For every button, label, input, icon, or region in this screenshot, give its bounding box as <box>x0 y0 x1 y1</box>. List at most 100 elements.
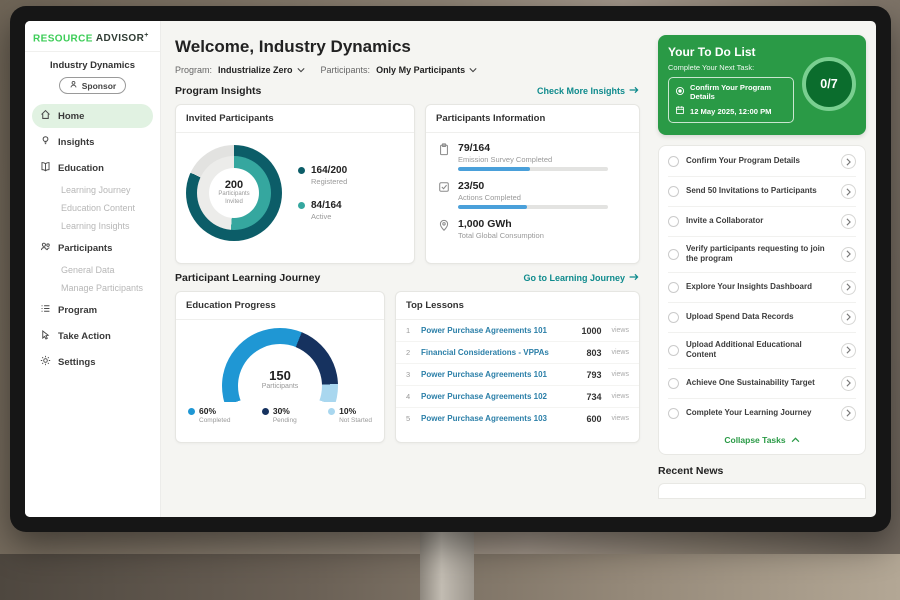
sidebar-item-take-action[interactable]: Take Action <box>32 324 153 348</box>
task-checkbox[interactable] <box>668 378 679 389</box>
book-icon <box>40 161 51 175</box>
sidebar-item-education-content[interactable]: Education Content <box>32 199 153 217</box>
task-chevron-button[interactable] <box>841 343 856 358</box>
program-filter-dropdown[interactable]: Industrialize Zero <box>218 65 305 75</box>
lesson-row[interactable]: 1 Power Purchase Agreements 101 1000 vie… <box>396 320 639 342</box>
lesson-row[interactable]: 4 Power Purchase Agreements 102 734 view… <box>396 386 639 408</box>
gauge-legend: 60% Completed 30% Pending <box>176 406 384 424</box>
lesson-row[interactable]: 5 Power Purchase Agreements 103 600 view… <box>396 408 639 429</box>
lesson-link[interactable]: Power Purchase Agreements 101 <box>421 326 574 335</box>
todo-task[interactable]: Invite a Collaborator <box>668 207 856 237</box>
calendar-icon <box>675 105 685 117</box>
check-more-insights-link[interactable]: Check More Insights <box>537 86 640 96</box>
education-progress-card: Education Progress 150 Participants <box>175 291 385 443</box>
donut-center-value: 200 <box>225 179 243 191</box>
invited-participants-card: Invited Participants 200 Participants In… <box>175 104 415 264</box>
filters-bar: Program: Industrialize Zero Participants… <box>175 65 640 75</box>
stat-global-consumption: 1,000 GWh Total Global Consumption <box>438 218 627 243</box>
stat-actions-completed: 23/50 Actions Completed <box>438 180 627 209</box>
sidebar-item-general-data[interactable]: General Data <box>32 261 153 279</box>
lesson-row[interactable]: 3 Power Purchase Agreements 101 793 view… <box>396 364 639 386</box>
monitor-bezel: RESOURCEADVISOR+ Industry Dynamics Spons… <box>10 6 891 532</box>
todo-task[interactable]: Confirm Your Program Details <box>668 147 856 177</box>
card-title: Participants Information <box>426 105 639 133</box>
sidebar-item-label: Home <box>58 111 84 122</box>
todo-task[interactable]: Verify participants requesting to join t… <box>668 237 856 273</box>
participants-filter-dropdown[interactable]: Only My Participants <box>376 65 477 75</box>
todo-task[interactable]: Send 50 Invitations to Participants <box>668 177 856 207</box>
desk-background: RESOURCEADVISOR+ Industry Dynamics Spons… <box>0 0 900 600</box>
sidebar-item-home[interactable]: Home <box>32 104 153 128</box>
sidebar-item-manage-participants[interactable]: Manage Participants <box>32 279 153 297</box>
next-task-label: Confirm Your Program Details <box>690 83 787 101</box>
task-chevron-button[interactable] <box>841 214 856 229</box>
dashboard-screen: RESOURCEADVISOR+ Industry Dynamics Spons… <box>25 21 876 517</box>
people-icon <box>40 241 51 255</box>
sidebar-item-learning-insights[interactable]: Learning Insights <box>32 217 153 235</box>
home-icon <box>40 109 51 123</box>
task-checkbox[interactable] <box>668 282 679 293</box>
gauge-center-label: Participants <box>262 383 299 390</box>
todo-task[interactable]: Explore Your Insights Dashboard <box>668 273 856 303</box>
todo-task[interactable]: Complete Your Learning Journey <box>668 399 856 428</box>
todo-task[interactable]: Achieve One Sustainability Target <box>668 369 856 399</box>
lesson-link[interactable]: Power Purchase Agreements 101 <box>421 370 579 379</box>
lesson-link[interactable]: Power Purchase Agreements 102 <box>421 392 579 401</box>
gear-icon <box>40 355 51 369</box>
sidebar-item-label: Education <box>58 163 104 174</box>
sidebar-item-label: Program <box>58 305 97 316</box>
task-chevron-button[interactable] <box>841 376 856 391</box>
sponsor-badge[interactable]: Sponsor <box>59 77 126 94</box>
participants-filter-label: Participants: <box>321 65 371 75</box>
program-insights-heading: Program Insights <box>175 85 261 97</box>
task-checkbox[interactable] <box>668 156 679 167</box>
donut-legend: 164/200 Registered 84/164 Active <box>298 165 347 221</box>
todo-title: Your To Do List <box>668 45 794 59</box>
task-chevron-button[interactable] <box>841 310 856 325</box>
task-chevron-button[interactable] <box>841 247 856 262</box>
task-checkbox[interactable] <box>668 249 679 260</box>
invited-participants-donut-chart: 200 Participants Invited <box>186 145 282 241</box>
task-checkbox[interactable] <box>668 345 679 356</box>
chevron-down-icon <box>297 65 305 75</box>
sidebar-item-program[interactable]: Program <box>32 298 153 322</box>
brand-resource: RESOURCE <box>33 33 93 44</box>
collapse-tasks-button[interactable]: Collapse Tasks <box>668 428 856 453</box>
sidebar-item-insights[interactable]: Insights <box>32 130 153 154</box>
task-chevron-button[interactable] <box>841 280 856 295</box>
todo-task-list: Confirm Your Program Details Send 50 Inv… <box>658 145 866 455</box>
sponsor-badge-label: Sponsor <box>82 81 116 91</box>
todo-task[interactable]: Upload Additional Educational Content <box>668 333 856 369</box>
sidebar-item-participants[interactable]: Participants <box>32 236 153 260</box>
task-chevron-button[interactable] <box>841 154 856 169</box>
legend-item-active: 84/164 Active <box>298 200 347 221</box>
lesson-link[interactable]: Financial Considerations - VPPAs <box>421 348 579 357</box>
brand-logo: RESOURCEADVISOR+ <box>25 21 160 52</box>
task-checkbox[interactable] <box>668 312 679 323</box>
task-chevron-button[interactable] <box>841 184 856 199</box>
sidebar-item-education[interactable]: Education <box>32 156 153 180</box>
card-title: Invited Participants <box>176 105 414 133</box>
sidebar-item-learning-journey[interactable]: Learning Journey <box>32 181 153 199</box>
pending-dot <box>262 408 269 415</box>
sidebar-item-label: Participants <box>58 243 112 254</box>
go-to-learning-journey-link[interactable]: Go to Learning Journey <box>523 273 640 283</box>
not-started-dot <box>328 408 335 415</box>
person-icon <box>69 80 78 91</box>
sidebar-item-settings[interactable]: Settings <box>32 350 153 374</box>
task-checkbox[interactable] <box>668 216 679 227</box>
next-task-box[interactable]: Confirm Your Program Details 12 May 2025… <box>668 77 794 123</box>
todo-task[interactable]: Upload Spend Data Records <box>668 303 856 333</box>
task-chevron-button[interactable] <box>841 406 856 421</box>
sidebar-item-label: Take Action <box>58 331 111 342</box>
cursor-icon <box>40 329 51 343</box>
lesson-link[interactable]: Power Purchase Agreements 103 <box>421 414 579 423</box>
participants-information-card: Participants Information 79/164 Emission… <box>425 104 640 264</box>
stat-emission-survey: 79/164 Emission Survey Completed <box>438 142 627 171</box>
task-checkbox[interactable] <box>668 186 679 197</box>
chevron-down-icon <box>469 65 477 75</box>
task-checkbox[interactable] <box>668 408 679 419</box>
lesson-row[interactable]: 2 Financial Considerations - VPPAs 803 v… <box>396 342 639 364</box>
todo-panel: Your To Do List Complete Your Next Task:… <box>652 21 876 517</box>
program-insights-section-header: Program Insights Check More Insights <box>175 85 640 97</box>
